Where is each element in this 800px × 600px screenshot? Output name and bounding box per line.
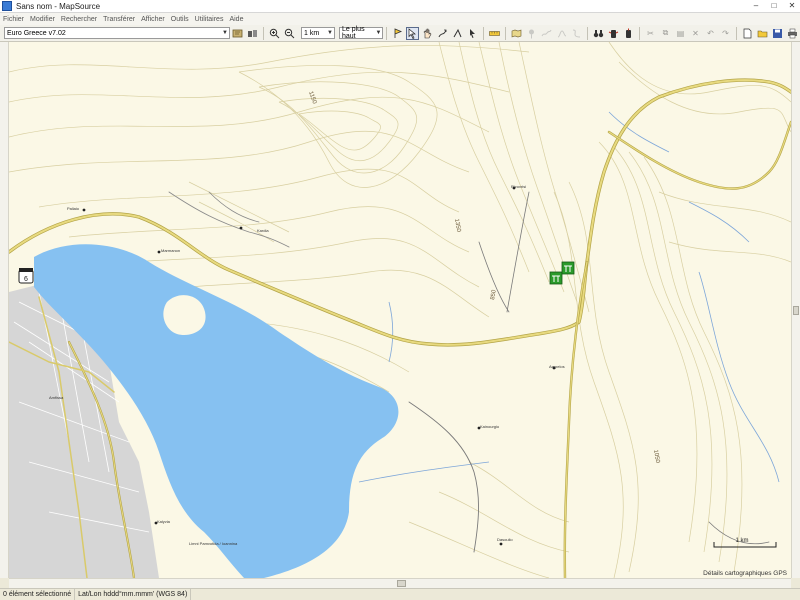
toolbar-separator: [587, 26, 588, 40]
map-tool-icon[interactable]: [510, 27, 523, 40]
detail-level-value: Le plus haut: [342, 26, 365, 40]
cut-icon[interactable]: ✂: [644, 27, 657, 40]
place-label: Dasoulio: [497, 537, 513, 542]
print-icon[interactable]: [786, 27, 799, 40]
copy-icon[interactable]: ⧉: [659, 27, 672, 40]
title-bar: Sans nom - MapSource – □ ✕: [0, 0, 800, 13]
detail-level-select[interactable]: Le plus haut ▼: [339, 26, 383, 40]
app-icon: [2, 1, 12, 11]
left-panel-collapsed[interactable]: [0, 42, 9, 578]
route-draw-icon[interactable]: [555, 27, 568, 40]
track-tool-icon[interactable]: [540, 27, 553, 40]
toolbar: Euro Greece v7.02 ▼ 1 km ▼ Le plus haut …: [0, 25, 800, 42]
menu-utilities[interactable]: Utilitaires: [192, 16, 227, 23]
status-bar: 0 élément sélectionné Lat/Lon hddd°mm.mm…: [0, 588, 800, 600]
route-shield: 6: [18, 268, 34, 284]
distance-tool-icon[interactable]: [451, 27, 464, 40]
map-view[interactable]: 6 Rizovrisi Amfissa Paliaio Marmanon Kar…: [9, 42, 791, 578]
menu-transfer[interactable]: Transférer: [100, 16, 138, 23]
menu-bar: Fichier Modifier Rechercher Transférer A…: [0, 13, 800, 25]
window-controls: – □ ✕: [750, 1, 798, 11]
place-label: Ampelos: [549, 364, 565, 369]
zoom-scale-value: 1 km: [304, 29, 320, 37]
toolbar-separator: [263, 26, 264, 40]
window-title: Sans nom - MapSource: [16, 1, 101, 11]
scale-bar-label: 1 km: [735, 538, 748, 544]
place-label: Amfissa: [49, 395, 64, 400]
toolbar-separator: [505, 26, 506, 40]
place-label: Marmanon: [161, 248, 180, 253]
map-attribution: Détails cartographiques GPS: [703, 570, 787, 577]
minimize-button[interactable]: –: [750, 1, 762, 11]
map-product-select[interactable]: Euro Greece v7.02 ▼: [4, 27, 230, 39]
gps-receive-icon[interactable]: [607, 27, 620, 40]
open-folder-icon[interactable]: [756, 27, 769, 40]
toolbar-separator: [639, 26, 640, 40]
menu-edit[interactable]: Modifier: [27, 16, 58, 23]
menu-help[interactable]: Aide: [226, 16, 246, 23]
hand-tool-icon[interactable]: [421, 27, 434, 40]
route-tool-icon[interactable]: [436, 27, 449, 40]
gps-send-icon[interactable]: [622, 27, 635, 40]
maximize-button[interactable]: □: [768, 1, 780, 11]
mapsource-window: Sans nom - MapSource – □ ✕ Fichier Modif…: [0, 0, 800, 600]
trail-icon[interactable]: [570, 27, 583, 40]
topo-map: 6 Rizovrisi Amfissa Paliaio Marmanon Kar…: [9, 42, 791, 578]
chevron-down-icon: ▼: [375, 30, 382, 36]
map-segments-icon[interactable]: [246, 27, 259, 40]
paste-icon[interactable]: ▤: [674, 27, 687, 40]
chevron-down-icon: ▼: [222, 30, 228, 36]
redo-icon[interactable]: ↷: [719, 27, 732, 40]
selection-status: 0 élément sélectionné: [0, 589, 76, 600]
zoom-out-icon[interactable]: [283, 27, 296, 40]
waypoint-flag-icon[interactable]: [391, 27, 404, 40]
close-button[interactable]: ✕: [786, 1, 798, 11]
route-shield-number: 6: [24, 276, 28, 283]
pointer-tool-icon[interactable]: [466, 27, 479, 40]
zoom-scale-select[interactable]: 1 km ▼: [301, 27, 335, 39]
vertical-scrollbar[interactable]: [791, 42, 800, 578]
new-file-icon[interactable]: [741, 27, 754, 40]
toolbar-separator: [386, 26, 387, 40]
binoculars-icon[interactable]: [592, 27, 605, 40]
delete-icon[interactable]: ✕: [689, 27, 702, 40]
place-label: Kalyvia: [157, 519, 171, 524]
horizontal-scrollbar[interactable]: [9, 578, 791, 588]
place-label: Rizovrisi: [511, 184, 526, 189]
menu-file[interactable]: Fichier: [0, 16, 27, 23]
toolbar-separator: [736, 26, 737, 40]
horizontal-scroll-thumb[interactable]: [397, 580, 406, 587]
undo-icon[interactable]: ↶: [704, 27, 717, 40]
menu-search[interactable]: Rechercher: [58, 16, 100, 23]
vertical-scroll-thumb[interactable]: [793, 306, 799, 315]
waypoint-tool-icon[interactable]: [525, 27, 538, 40]
map-product-value: Euro Greece v7.02: [7, 29, 66, 37]
place-label: Limni Pamvotida / Ioannina: [189, 541, 238, 546]
save-icon[interactable]: [771, 27, 784, 40]
zoom-in-icon[interactable]: [268, 27, 281, 40]
menu-tools[interactable]: Outils: [168, 16, 192, 23]
chevron-down-icon: ▼: [327, 30, 333, 36]
select-tool-icon[interactable]: [406, 26, 419, 40]
map-product-icon[interactable]: [231, 27, 244, 40]
place-label: Kainourgio: [480, 424, 500, 429]
toolbar-separator: [483, 26, 484, 40]
menu-view[interactable]: Afficher: [138, 16, 168, 23]
ruler-icon[interactable]: [488, 27, 501, 40]
place-label: Paliaio: [67, 206, 80, 211]
place-label: Kardia: [257, 228, 269, 233]
coordinate-format: Lat/Lon hddd°mm.mmm' (WGS 84): [75, 589, 192, 600]
